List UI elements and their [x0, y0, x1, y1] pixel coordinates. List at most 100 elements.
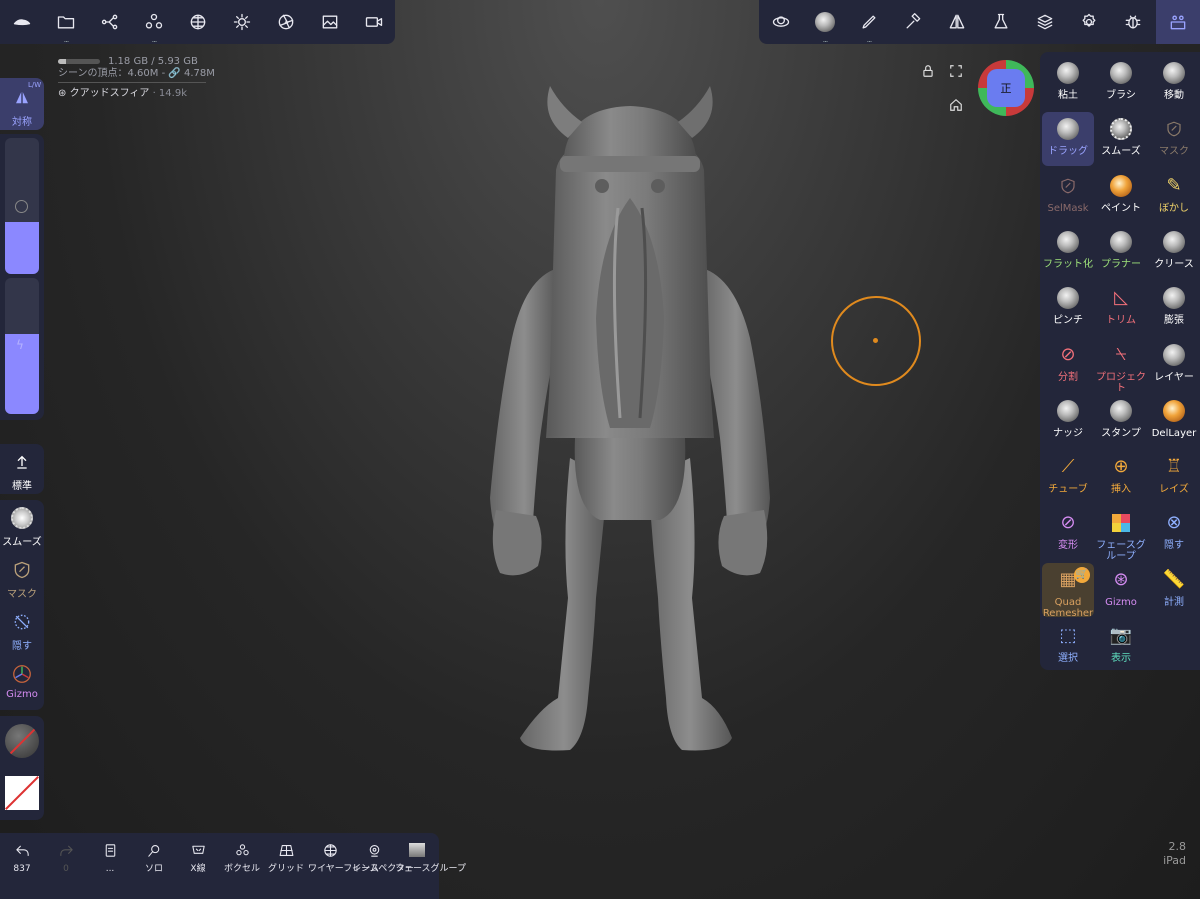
flask-icon[interactable]: [979, 0, 1023, 44]
tool-レイズ[interactable]: ♖ レイズ: [1148, 450, 1200, 504]
tool-label: フラット化: [1043, 258, 1093, 270]
レイヤー-icon: [1148, 338, 1200, 372]
プラナー-icon: [1095, 225, 1147, 259]
smooth-icon: [11, 507, 33, 529]
xray-button[interactable]: X線: [176, 836, 220, 874]
tool-label: SelMask: [1047, 202, 1089, 214]
tool-マスク[interactable]: マスク: [1148, 112, 1200, 166]
tool-粘土[interactable]: 粘土: [1042, 56, 1094, 110]
brush-cursor-center: [873, 338, 878, 343]
tool-ぼかし[interactable]: ✎ ぼかし: [1148, 169, 1200, 223]
tool-トリム[interactable]: ◺ トリム: [1095, 281, 1147, 335]
tool-分割[interactable]: ⊘ 分割: [1042, 338, 1094, 392]
fullscreen-icon[interactable]: [949, 64, 963, 78]
scene-objects-icon[interactable]: [759, 0, 803, 44]
tool-チューブ[interactable]: ⟋ チューブ: [1042, 450, 1094, 504]
folder-icon[interactable]: ...: [44, 0, 88, 44]
移動-icon: [1148, 56, 1200, 90]
レイズ-icon: ♖: [1165, 456, 1183, 478]
version-info: 2.8 iPad: [1163, 840, 1186, 867]
radius-slider[interactable]: [5, 138, 39, 274]
wireframe-button[interactable]: ワイヤーフレーム: [308, 836, 379, 874]
tool-計測[interactable]: 📏 計測: [1148, 563, 1200, 617]
tool-レイヤー[interactable]: レイヤー: [1148, 338, 1200, 392]
sun-icon[interactable]: [220, 0, 264, 44]
tool-表示[interactable]: 📷 表示: [1095, 619, 1147, 673]
symmetry-panel: 対称 L/W: [0, 78, 44, 130]
tool-ドラッグ[interactable]: ドラッグ: [1042, 112, 1094, 167]
tool-選択[interactable]: ⬚ 選択: [1042, 619, 1094, 673]
symmetry-button[interactable]: 対称: [0, 86, 44, 128]
gizmo-front-face[interactable]: 正: [987, 69, 1025, 107]
tool-フェースグループ[interactable]: フェースグループ: [1095, 506, 1147, 562]
history-button[interactable]: ...: [88, 836, 132, 874]
tool-隠す[interactable]: ⊗ 隠す: [1148, 506, 1200, 560]
intensity-slider[interactable]: ϟ: [5, 278, 39, 414]
tool-label: スタンプ: [1101, 427, 1141, 439]
tool-スムーズ[interactable]: スムーズ: [1095, 112, 1147, 166]
tool-ブラシ[interactable]: ブラシ: [1095, 56, 1147, 110]
view-gizmo[interactable]: 正: [978, 60, 1034, 116]
tool-quad-remesher[interactable]: ▦ Quad Remesher 🛒: [1042, 562, 1094, 619]
object-group-icon[interactable]: ...: [132, 0, 176, 44]
tool-ペイント[interactable]: ペイント: [1095, 169, 1147, 223]
tool-ピンチ[interactable]: ピンチ: [1042, 281, 1094, 335]
image-icon[interactable]: [308, 0, 352, 44]
settings-gear-icon[interactable]: [1067, 0, 1111, 44]
tool-変形[interactable]: ⊘ 変形: [1042, 506, 1094, 560]
active-object[interactable]: ⊛ クアッドスフィア · 14.9k: [58, 88, 215, 100]
cart-badge-icon: 🛒: [1074, 566, 1090, 583]
topology-sphere-icon[interactable]: [176, 0, 220, 44]
aperture-icon[interactable]: [264, 0, 308, 44]
vertex-count: シーンの頂点：4.60M - 🔗 4.78M: [58, 68, 215, 79]
tool-gizmo[interactable]: ⊛ Gizmo: [1095, 563, 1147, 617]
redo-button[interactable]: 0: [44, 836, 88, 874]
tool-プロジェクト[interactable]: ⍀ プロジェクト: [1095, 338, 1147, 394]
symmetry-icon[interactable]: [935, 0, 979, 44]
tool-ナッジ[interactable]: ナッジ: [1042, 394, 1094, 448]
material-sphere-icon[interactable]: ...: [803, 0, 847, 44]
quick-hide-button[interactable]: 隠す: [0, 610, 44, 652]
material-swatch[interactable]: [5, 724, 39, 758]
color-swatch[interactable]: [5, 776, 39, 810]
hammer-icon[interactable]: [891, 0, 935, 44]
top-right-toolbar: ... ...: [759, 0, 1200, 44]
lock-icon[interactable]: [921, 64, 935, 78]
scene-graph-icon[interactable]: [88, 0, 132, 44]
layers-icon[interactable]: [1023, 0, 1067, 44]
tool-クリース[interactable]: クリース: [1148, 225, 1200, 279]
voxel-button[interactable]: ボクセル: [220, 836, 264, 874]
grid-button[interactable]: グリッド: [264, 836, 308, 874]
tool-移動[interactable]: 移動: [1148, 56, 1200, 110]
tool-フラット化[interactable]: フラット化: [1042, 225, 1094, 279]
hide-icon: [14, 614, 30, 630]
solo-button[interactable]: ソロ: [132, 836, 176, 874]
tool-label: ブラシ: [1106, 90, 1136, 101]
tool-label: レイヤー: [1154, 371, 1194, 383]
quick-gizmo-button[interactable]: Gizmo: [0, 662, 44, 700]
gizmo-icon: [13, 665, 31, 683]
quick-mask-button[interactable]: マスク: [0, 558, 44, 600]
tool-panel-icon[interactable]: [1156, 0, 1200, 44]
brush-pen-icon[interactable]: ...: [847, 0, 891, 44]
tool-スタンプ[interactable]: スタンプ: [1095, 394, 1147, 448]
undo-button[interactable]: 837: [0, 836, 44, 874]
stroke-standard-button[interactable]: 標準: [0, 450, 44, 492]
スムーズ-icon: [1095, 112, 1147, 146]
inspector-button[interactable]: インスペクター: [352, 836, 414, 874]
facegroup-icon: [409, 843, 425, 857]
tool-プラナー[interactable]: プラナー: [1095, 225, 1147, 279]
home-icon[interactable]: [949, 98, 963, 112]
tool-挿入[interactable]: ⊕ 挿入: [1095, 450, 1147, 504]
tool-膨張[interactable]: 膨張: [1148, 281, 1200, 335]
logo-icon[interactable]: [0, 0, 44, 44]
tool-selmask[interactable]: SelMask: [1042, 169, 1094, 223]
gizmo-icon: ⊛: [1113, 568, 1129, 590]
tool-label: 膨張: [1164, 315, 1184, 327]
quick-smooth-button[interactable]: スムーズ: [0, 506, 44, 548]
bug-icon[interactable]: [1111, 0, 1155, 44]
facegroup-button[interactable]: フェースグループ: [395, 836, 466, 874]
スタンプ-icon: [1095, 394, 1147, 428]
video-camera-icon[interactable]: [352, 0, 396, 44]
tool-dellayer[interactable]: DelLayer: [1148, 394, 1200, 448]
